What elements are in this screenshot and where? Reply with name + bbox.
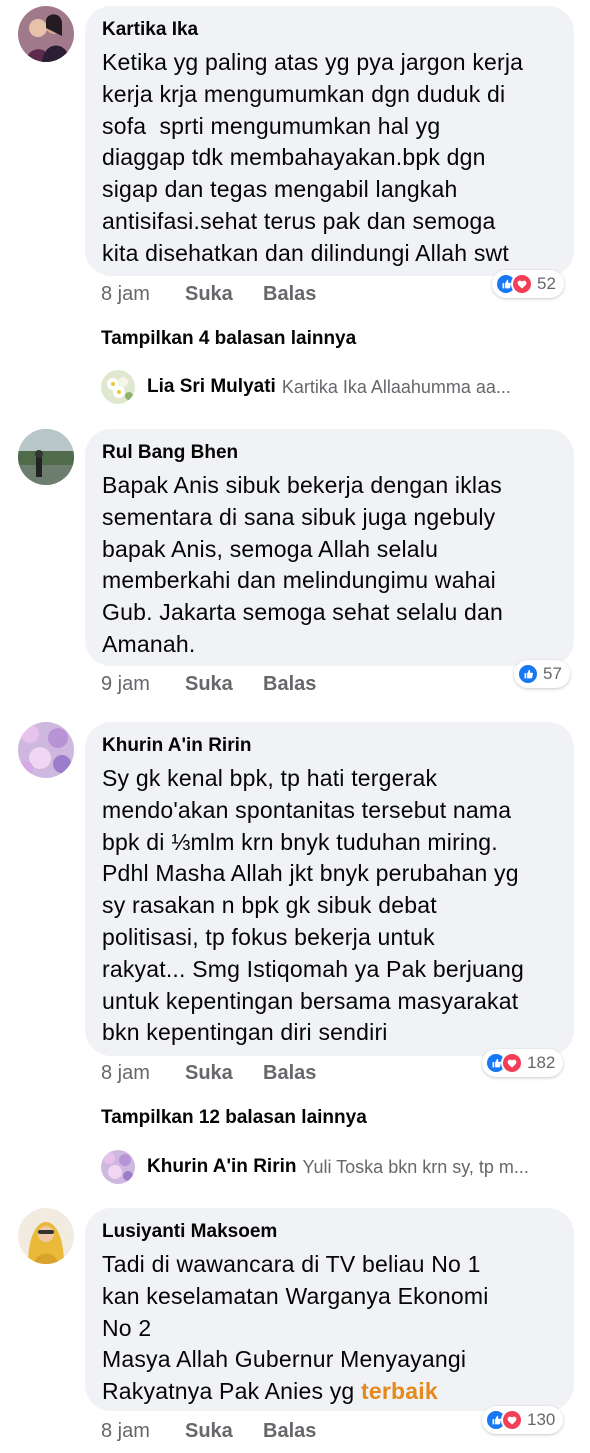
reaction-count: 182 xyxy=(527,1053,556,1072)
reply-author: Lia Sri Mulyati xyxy=(147,376,276,397)
reply-snippet: Yuli Toska bkn krn sy, tp m... xyxy=(302,1156,529,1177)
comment-author[interactable]: Rul Bang Bhen xyxy=(102,441,556,465)
comment-author[interactable]: Lusiyanti Maksoem xyxy=(102,1220,556,1244)
avatar[interactable] xyxy=(18,429,74,485)
comment-bubble: Rul Bang Bhen Bapak Anis sibuk bekerja d… xyxy=(85,429,574,666)
reaction-count: 130 xyxy=(527,1410,556,1429)
view-more-replies-link[interactable]: Tampilkan 4 balasan lainnya xyxy=(101,328,356,350)
love-icon xyxy=(501,1409,523,1431)
reply-button[interactable]: Balas xyxy=(263,1420,341,1443)
comment-bubble: Khurin A'in Ririn Sy gk kenal bpk, tp ha… xyxy=(85,722,574,1056)
reply-button[interactable]: Balas xyxy=(263,1062,341,1085)
comment-time[interactable]: 8 jam xyxy=(101,283,185,306)
avatar[interactable] xyxy=(18,1208,74,1264)
comment-author[interactable]: Kartika Ika xyxy=(102,18,556,42)
like-button[interactable]: Suka xyxy=(185,1420,263,1443)
reply-preview[interactable]: Khurin A'in Ririn Yuli Toska bkn krn sy,… xyxy=(101,1150,571,1184)
love-icon xyxy=(501,1052,523,1074)
comment-time[interactable]: 8 jam xyxy=(101,1062,185,1085)
reply-snippet: Kartika Ika Allaahumma aa... xyxy=(281,376,511,397)
comment-meta: 8 jam Suka Balas xyxy=(101,283,341,306)
comment-bubble: Lusiyanti Maksoem Tadi di wawancara di T… xyxy=(85,1208,574,1411)
reply-author: Khurin A'in Ririn xyxy=(147,1156,297,1177)
comment-meta: 8 jam Suka Balas xyxy=(101,1062,341,1085)
avatar[interactable] xyxy=(18,6,74,62)
avatar xyxy=(101,370,135,404)
comment-author[interactable]: Khurin A'in Ririn xyxy=(102,734,556,758)
like-button[interactable]: Suka xyxy=(185,673,263,696)
comment-bubble: Kartika Ika Ketika yg paling atas yg pya… xyxy=(85,6,574,276)
like-button[interactable]: Suka xyxy=(185,283,263,306)
reaction-count: 57 xyxy=(543,664,562,683)
comment-meta: 9 jam Suka Balas xyxy=(101,673,341,696)
reply-button[interactable]: Balas xyxy=(263,283,341,306)
comment-text: Tadi di wawancara di TV beliau No 1 kan … xyxy=(102,1249,556,1408)
reaction-summary[interactable]: 52 xyxy=(492,270,564,298)
reaction-count: 52 xyxy=(537,274,556,293)
comment-text: Bapak Anis sibuk bekerja dengan iklas se… xyxy=(102,472,503,657)
reaction-summary[interactable]: 130 xyxy=(482,1406,564,1434)
reply-button[interactable]: Balas xyxy=(263,673,341,696)
avatar xyxy=(101,1150,135,1184)
reaction-summary[interactable]: 57 xyxy=(514,660,570,688)
comment-time[interactable]: 8 jam xyxy=(101,1420,185,1443)
avatar[interactable] xyxy=(18,722,74,778)
reaction-summary[interactable]: 182 xyxy=(482,1049,564,1077)
like-button[interactable]: Suka xyxy=(185,1062,263,1085)
comment-text: Ketika yg paling atas yg pya jargon kerj… xyxy=(102,49,524,266)
comment-time[interactable]: 9 jam xyxy=(101,673,185,696)
like-icon xyxy=(517,663,539,685)
comment-text: Sy gk kenal bpk, tp hati tergerak mendo'… xyxy=(102,765,525,1046)
comment-meta: 8 jam Suka Balas xyxy=(101,1420,341,1443)
view-more-replies-link[interactable]: Tampilkan 12 balasan lainnya xyxy=(101,1107,367,1129)
reply-preview[interactable]: Lia Sri Mulyati Kartika Ika Allaahumma a… xyxy=(101,370,571,404)
love-icon xyxy=(511,273,533,295)
highlighted-word: terbaik xyxy=(361,1378,438,1405)
